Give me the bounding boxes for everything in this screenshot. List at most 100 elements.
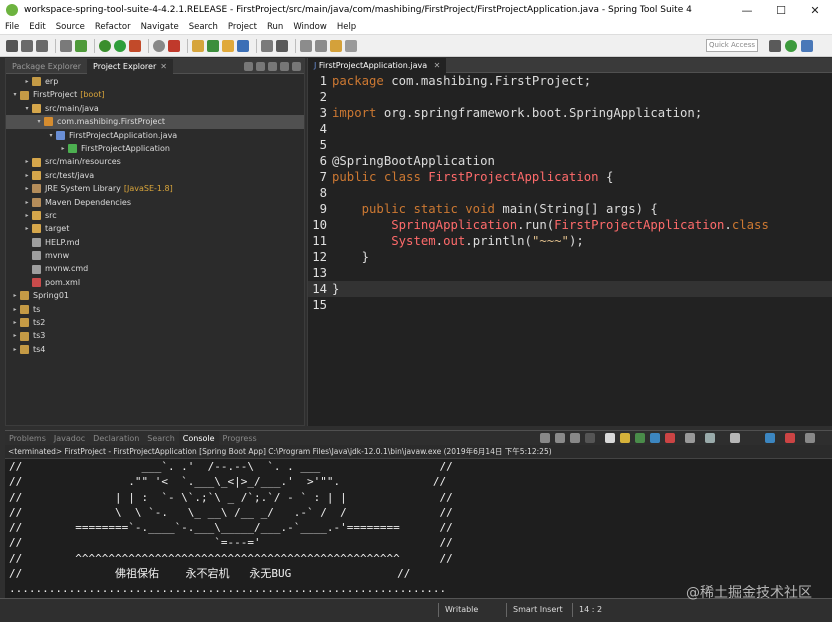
menu-window[interactable]: Window (288, 22, 332, 32)
code-line[interactable]: 4 (308, 121, 832, 137)
code-line[interactable]: 11 System.out.println("~~~"); (308, 233, 832, 249)
tab-search[interactable]: Search (143, 431, 178, 446)
toggle-mark-occurrences-icon[interactable] (261, 39, 273, 52)
show-whitespace-icon[interactable] (276, 39, 288, 52)
expand-arrow-icon[interactable]: ▸ (10, 316, 20, 329)
show-on-output-icon[interactable] (650, 433, 660, 443)
expand-arrow-icon[interactable]: ▸ (10, 303, 20, 316)
code-area[interactable]: 1 package com.mashibing.FirstProject; 2 3 im… (308, 73, 832, 426)
code-line[interactable]: 14} (308, 281, 832, 297)
code-line[interactable]: 2 (308, 89, 832, 105)
tree-item[interactable]: ▸ Maven Dependencies (6, 196, 304, 209)
menu-navigate[interactable]: Navigate (136, 22, 184, 32)
tree-item[interactable]: ▸ ts (6, 303, 304, 316)
new-icon[interactable] (6, 39, 18, 52)
expand-arrow-icon[interactable]: ▸ (10, 289, 20, 302)
tree-item[interactable]: ▸ FirstProjectApplication (6, 142, 304, 155)
menu-project[interactable]: Project (223, 22, 262, 32)
forward-icon[interactable] (345, 39, 357, 52)
expand-arrow-icon[interactable]: ▸ (22, 75, 32, 88)
code-line[interactable]: 6 @SpringBootApplication (308, 153, 832, 169)
new-package-icon[interactable] (192, 39, 204, 52)
menu-edit[interactable]: Edit (24, 22, 50, 32)
java-perspective-icon[interactable] (801, 40, 813, 52)
tab-console[interactable]: Console (178, 430, 219, 446)
expand-arrow-icon[interactable]: ▸ (58, 142, 68, 155)
remove-launch-icon[interactable] (555, 433, 565, 443)
new-java-project-icon[interactable] (168, 39, 180, 52)
view-menu-icon[interactable] (268, 61, 277, 71)
tree-item[interactable]: mvnw (6, 249, 304, 262)
display-console-icon[interactable] (685, 433, 695, 443)
expand-arrow-icon[interactable]: ▸ (22, 155, 32, 168)
new-console-icon[interactable] (730, 433, 740, 443)
menu-run[interactable]: Run (262, 22, 288, 32)
run-icon[interactable] (114, 39, 126, 52)
boot-dashboard-icon[interactable] (75, 39, 87, 52)
scroll-lock-icon[interactable] (620, 433, 630, 443)
link-with-editor-icon[interactable] (256, 61, 265, 71)
open-type-icon[interactable] (222, 39, 234, 52)
minimize-button[interactable]: — (730, 0, 764, 20)
tab-problems[interactable]: Problems (5, 431, 50, 446)
expand-arrow-icon[interactable]: ▾ (34, 115, 44, 128)
expand-arrow-icon[interactable]: ▾ (22, 102, 32, 115)
open-console-icon[interactable] (705, 433, 715, 443)
next-annotation-icon[interactable] (300, 39, 312, 52)
minimize-view-icon[interactable] (785, 433, 795, 443)
tree-item[interactable]: ▸ src/main/resources (6, 155, 304, 168)
tree-item[interactable]: ▾ src/main/java (6, 102, 304, 115)
console-output[interactable]: // ___`. .' /--.--\ `. . ___ // // ."" '<… (5, 459, 832, 597)
maximize-button[interactable]: ☐ (764, 0, 798, 20)
tab-progress[interactable]: Progress (219, 431, 261, 446)
save-all-icon[interactable] (36, 39, 48, 52)
tab-package-explorer[interactable]: Package Explorer (6, 59, 87, 74)
previous-annotation-icon[interactable] (315, 39, 327, 52)
tree-item[interactable]: ▸ ts4 (6, 343, 304, 356)
tree-item[interactable]: ▸ target (6, 222, 304, 235)
code-line[interactable]: 3 import org.springframework.boot.SpringA… (308, 105, 832, 121)
close-icon[interactable]: ✕ (160, 62, 167, 71)
code-line[interactable]: 8 (308, 185, 832, 201)
print-icon[interactable] (60, 39, 72, 52)
expand-arrow-icon[interactable]: ▸ (22, 169, 32, 182)
code-line[interactable]: 12 } (308, 249, 832, 265)
tree-item[interactable]: ▾ FirstProject [boot] (6, 88, 304, 101)
expand-arrow-icon[interactable]: ▸ (22, 209, 32, 222)
expand-arrow-icon[interactable]: ▸ (10, 343, 20, 356)
tree-item[interactable]: pom.xml (6, 276, 304, 289)
close-icon[interactable]: ✕ (434, 61, 441, 70)
expand-arrow-icon[interactable]: ▸ (10, 329, 20, 342)
code-line[interactable]: 9 public static void main(String[] args)… (308, 201, 832, 217)
menu-help[interactable]: Help (332, 22, 361, 32)
tree-item[interactable]: ▾ FirstProjectApplication.java (6, 129, 304, 142)
tree-item[interactable]: ▸ Spring01 (6, 289, 304, 302)
tree-item[interactable]: ▸ ts2 (6, 316, 304, 329)
menu-search[interactable]: Search (184, 22, 223, 32)
code-line[interactable]: 15 (308, 297, 832, 313)
spring-perspective-icon[interactable] (785, 40, 797, 52)
tab-first-project-application-java[interactable]: J FirstProjectApplication.java ✕ (308, 57, 447, 73)
maximize-view-icon[interactable] (292, 61, 301, 71)
maximize-view-icon[interactable] (805, 433, 815, 443)
open-perspective-icon[interactable] (769, 40, 781, 52)
tree-item[interactable]: ▸ JRE System Library [JavaSE-1.8] (6, 182, 304, 195)
expand-arrow-icon[interactable]: ▾ (10, 88, 20, 101)
new-class-icon[interactable] (207, 39, 219, 52)
console-view-icon[interactable] (765, 433, 775, 443)
tree-item[interactable]: ▸ src/test/java (6, 169, 304, 182)
code-line[interactable]: 5 (308, 137, 832, 153)
tree-item[interactable]: ▸ ts3 (6, 329, 304, 342)
tree-item[interactable]: ▸ src (6, 209, 304, 222)
back-icon[interactable] (330, 39, 342, 52)
expand-arrow-icon[interactable]: ▸ (22, 222, 32, 235)
quick-access-input[interactable]: Quick Access (706, 39, 758, 52)
search-icon[interactable] (237, 39, 249, 52)
tab-project-explorer[interactable]: Project Explorer ✕ (87, 58, 173, 74)
menu-source[interactable]: Source (51, 22, 90, 32)
word-wrap-icon[interactable] (635, 433, 645, 443)
code-line[interactable]: 1 package com.mashibing.FirstProject; (308, 73, 832, 89)
coverage-icon[interactable] (153, 39, 165, 52)
tree-item[interactable]: ▾ com.mashibing.FirstProject (6, 115, 304, 129)
external-tools-icon[interactable] (129, 39, 141, 52)
